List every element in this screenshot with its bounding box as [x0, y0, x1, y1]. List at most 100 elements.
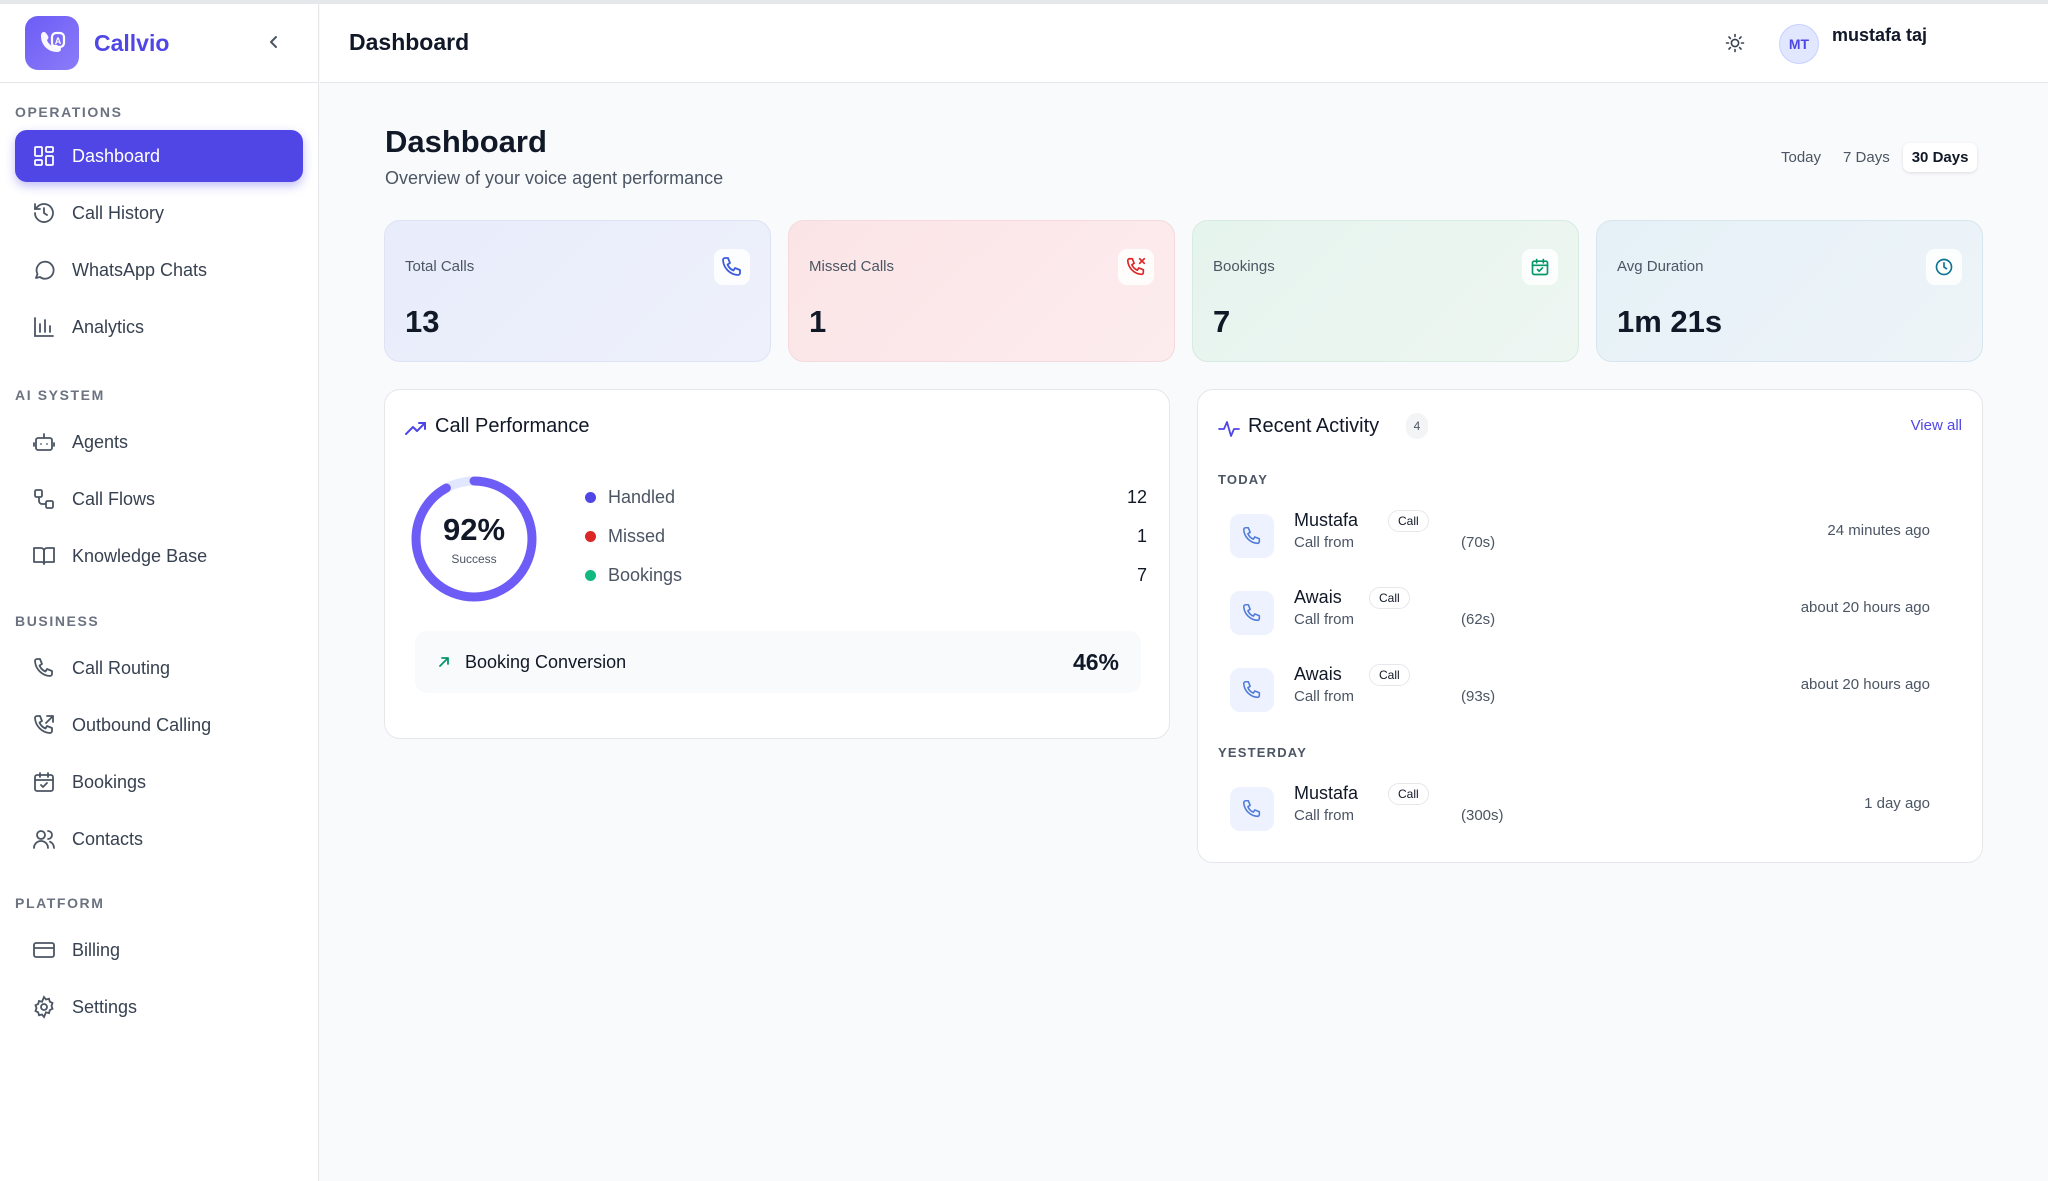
sidebar-item-label: Contacts — [72, 828, 144, 849]
card-title: Recent Activity — [1248, 415, 1380, 437]
sidebar-item-settings[interactable]: Settings — [15, 981, 303, 1033]
success-percentage: 92% — [442, 512, 506, 547]
user-avatar[interactable]: MT — [1779, 24, 1819, 64]
user-name[interactable]: mustafa taj — [1832, 25, 1927, 46]
activity-pulse-icon — [1218, 418, 1240, 440]
legend-row-missed: Missed 1 — [585, 524, 1147, 548]
call-direction: Call from — [1294, 688, 1355, 705]
range-option-7-days[interactable]: 7 Days — [1834, 143, 1899, 172]
caller-name: Mustafa — [1294, 783, 1359, 803]
robot-icon — [30, 428, 58, 456]
sidebar-item-dashboard[interactable]: Dashboard — [15, 130, 303, 182]
sidebar-item-knowledge-base[interactable]: Knowledge Base — [15, 530, 303, 582]
activity-row[interactable]: Awais Call Call from (93s) about 20 hour… — [1218, 662, 1964, 722]
credit-card-icon — [30, 936, 58, 964]
sun-icon — [1725, 33, 1745, 53]
sidebar-item-call-history[interactable]: Call History — [15, 187, 303, 239]
phone-icon — [1230, 787, 1274, 831]
stat-value: 1 — [809, 304, 827, 339]
call-time: 1 day ago — [1864, 795, 1930, 812]
range-option-today[interactable]: Today — [1772, 143, 1830, 172]
phone-icon — [30, 654, 58, 682]
brand-logo[interactable]: A — [25, 16, 79, 70]
range-option-30-days[interactable]: 30 Days — [1902, 142, 1978, 172]
view-all-link[interactable]: View all — [1911, 417, 1962, 434]
page-subtitle: Overview of your voice agent performance — [385, 168, 724, 188]
phone-icon — [714, 249, 750, 285]
stat-card-bookings: Bookings 7 — [1192, 220, 1579, 362]
booking-conversion-bar: Booking Conversion 46% — [415, 631, 1141, 693]
stat-card-total-calls: Total Calls 13 — [384, 220, 771, 362]
sidebar-item-label: Call Flows — [72, 488, 156, 509]
activity-row[interactable]: Mustafa Call Call from (300s) 1 day ago — [1218, 781, 1964, 841]
sidebar-item-call-routing[interactable]: Call Routing — [15, 642, 303, 694]
activity-row[interactable]: Awais Call Call from (62s) about 20 hour… — [1218, 585, 1964, 645]
svg-text:A: A — [55, 36, 62, 46]
activity-group-label: YESTERDAY — [1218, 745, 1308, 760]
date-range-selector: Today 7 Days 30 Days — [1772, 140, 1978, 174]
legend-row-bookings: Bookings 7 — [585, 563, 1147, 587]
calendar-check-icon — [1522, 249, 1558, 285]
phone-missed-icon — [1118, 249, 1154, 285]
arrow-up-right-icon — [439, 657, 449, 667]
sidebar-item-label: Call History — [72, 202, 165, 223]
call-type-badge: Call — [1369, 587, 1410, 609]
chevron-left-icon — [270, 36, 277, 48]
header-title: Dashboard — [349, 29, 470, 55]
call-direction: Call from — [1294, 534, 1355, 551]
stat-value: 13 — [405, 304, 440, 339]
caller-name: Awais — [1294, 664, 1342, 684]
page-title: Dashboard — [385, 124, 547, 159]
legend-label: Handled — [608, 486, 676, 507]
clock-icon — [1926, 249, 1962, 285]
sidebar-item-bookings[interactable]: Bookings — [15, 756, 303, 808]
stat-card-avg-duration: Avg Duration 1m 21s — [1596, 220, 1983, 362]
sidebar-item-label: Dashboard — [72, 145, 161, 166]
call-performance-card: Call Performance 92% Success Handled 12 … — [384, 389, 1170, 739]
call-duration: (62s) — [1461, 611, 1496, 628]
legend-value: 12 — [1126, 486, 1147, 507]
sidebar-item-contacts[interactable]: Contacts — [15, 813, 303, 865]
stat-label: Avg Duration — [1617, 258, 1704, 275]
call-type-badge: Call — [1388, 783, 1429, 805]
outbound-call-icon — [30, 711, 58, 739]
sidebar-section-label: BUSINESS — [15, 613, 100, 629]
sidebar-item-label: Agents — [72, 431, 129, 452]
logo-icon: A — [41, 31, 66, 52]
caller-name: Awais — [1294, 587, 1342, 607]
sidebar-item-label: Call Routing — [72, 657, 171, 678]
phone-icon — [1230, 514, 1274, 558]
legend-value: 7 — [1136, 564, 1147, 585]
legend-row-handled: Handled 12 — [585, 485, 1147, 509]
chat-icon — [30, 256, 58, 284]
caller-name: Mustafa — [1294, 510, 1359, 530]
legend-dot — [585, 530, 596, 542]
call-duration: (300s) — [1461, 807, 1504, 824]
sidebar-item-call-flows[interactable]: Call Flows — [15, 473, 303, 525]
stat-label: Total Calls — [405, 258, 475, 275]
collapse-sidebar-button[interactable] — [264, 32, 284, 52]
activity-row[interactable]: Mustafa Call Call from (70s) 24 minutes … — [1218, 508, 1964, 568]
call-time: about 20 hours ago — [1800, 599, 1930, 616]
sidebar-item-whatsapp-chats[interactable]: WhatsApp Chats — [15, 244, 303, 296]
legend-dot — [585, 491, 596, 503]
sidebar-item-billing[interactable]: Billing — [15, 924, 303, 976]
brand-name: Callvio — [94, 29, 170, 56]
sidebar-item-label: Knowledge Base — [72, 545, 208, 566]
sidebar-item-outbound-calling[interactable]: Outbound Calling — [15, 699, 303, 751]
brand: A Callvio — [0, 4, 318, 83]
sidebar-item-label: WhatsApp Chats — [72, 259, 208, 280]
sidebar-item-agents[interactable]: Agents — [15, 416, 303, 468]
booking-conversion-value: 46% — [1072, 648, 1119, 675]
call-time: 24 minutes ago — [1827, 522, 1930, 539]
sidebar-section-label: OPERATIONS — [15, 104, 123, 120]
stat-value: 7 — [1213, 304, 1231, 339]
book-icon — [30, 542, 58, 570]
theme-toggle-button[interactable] — [1722, 30, 1748, 56]
sidebar-section-label: PLATFORM — [15, 895, 105, 911]
phone-icon — [1230, 591, 1274, 635]
call-direction: Call from — [1294, 807, 1355, 824]
call-direction: Call from — [1294, 611, 1355, 628]
phone-icon — [1230, 668, 1274, 712]
sidebar-item-analytics[interactable]: Analytics — [15, 301, 303, 353]
